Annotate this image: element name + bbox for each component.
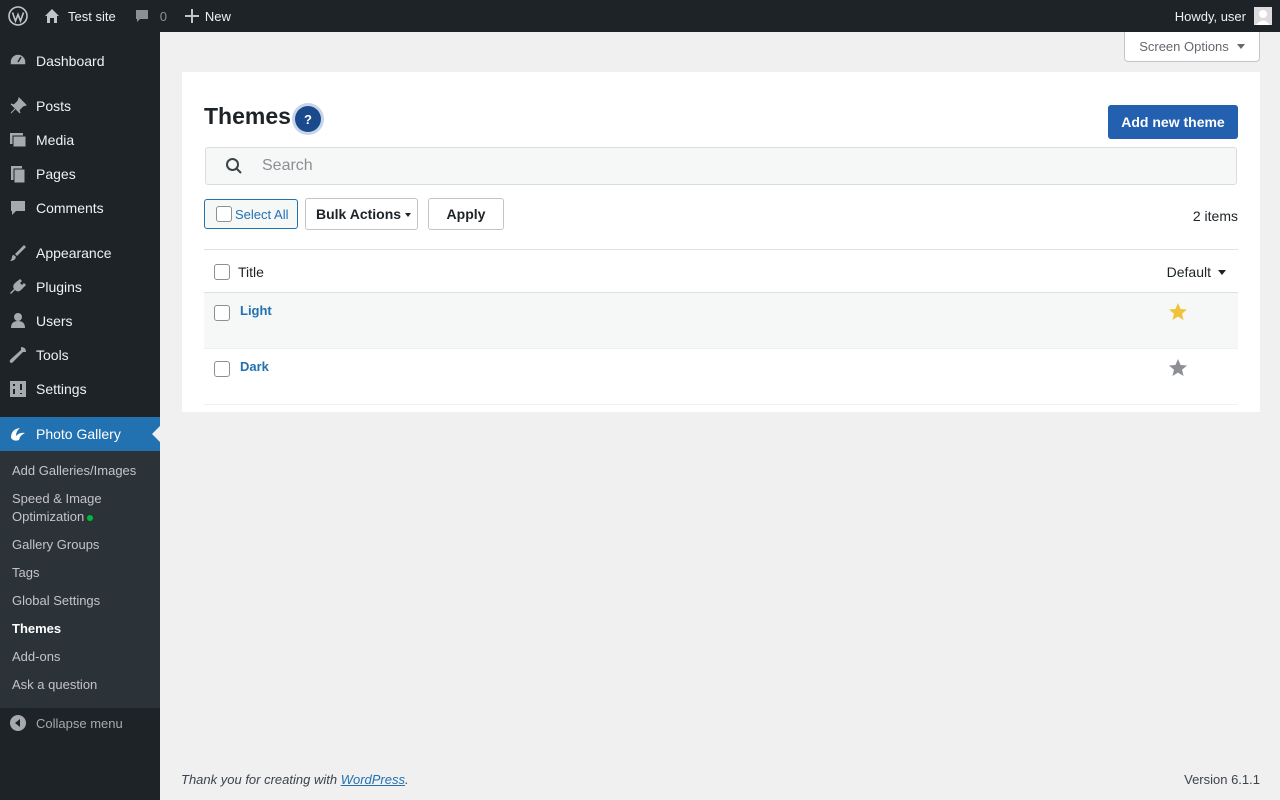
greeting: Howdy, user <box>1174 8 1246 24</box>
table-header: Title Default <box>204 249 1238 293</box>
sidebar-item-plugins[interactable]: Plugins <box>0 270 160 304</box>
submenu-themes[interactable]: Themes <box>12 620 61 638</box>
sidebar-item-tools[interactable]: Tools <box>0 338 160 372</box>
star-icon[interactable] <box>1168 302 1188 325</box>
themes-table: Title Default Light Dark <box>204 249 1238 405</box>
search-icon <box>206 157 262 175</box>
admin-bar: Test site 0 New Howdy, user <box>0 0 1280 32</box>
sidebar-item-media[interactable]: Media <box>0 123 160 157</box>
themes-panel: Themes ? Add new theme Search Select All… <box>182 72 1260 412</box>
sidebar-item-pages[interactable]: Pages <box>0 157 160 191</box>
select-all-button[interactable]: Select All <box>204 199 298 229</box>
sort-down-icon <box>1218 269 1226 275</box>
help-icon[interactable]: ? <box>295 106 321 132</box>
add-new-theme-button[interactable]: Add new theme <box>1108 105 1238 139</box>
sidebar-item-appearance[interactable]: Appearance <box>0 236 160 270</box>
submenu-tags[interactable]: Tags <box>12 564 39 582</box>
admin-menu: Dashboard Posts Media Pages Comments App… <box>0 32 160 800</box>
status-dot <box>87 514 94 521</box>
row-checkbox[interactable] <box>214 305 230 321</box>
collapse-menu-button[interactable]: Collapse menu <box>0 708 160 738</box>
dashboard-icon <box>0 51 36 71</box>
site-name-link[interactable]: Test site <box>36 0 116 32</box>
new-label: New <box>204 8 231 24</box>
sidebar-item-settings[interactable]: Settings <box>0 372 160 406</box>
footer-thanks: Thank you for creating with WordPress. <box>181 772 409 787</box>
comment-icon <box>0 198 36 218</box>
screen-options-button[interactable]: Screen Options <box>1124 32 1260 62</box>
plug-icon <box>0 277 36 297</box>
chevron-down-icon <box>1236 44 1245 49</box>
settings-icon <box>0 379 36 399</box>
items-count: 2 items <box>1192 208 1238 224</box>
submenu-add-ons[interactable]: Add-ons <box>12 648 60 666</box>
search-placeholder: Search <box>262 157 313 174</box>
photo-gallery-icon <box>0 424 36 444</box>
submenu-ask-question[interactable]: Ask a question <box>12 676 97 694</box>
column-default[interactable]: Default <box>1167 264 1226 280</box>
column-title[interactable]: Title <box>238 264 264 280</box>
pages-icon <box>0 164 36 184</box>
sidebar-item-photo-gallery[interactable]: Photo Gallery <box>0 417 160 451</box>
chevron-down-icon <box>405 213 411 217</box>
site-name: Test site <box>68 8 116 24</box>
avatar <box>1254 7 1272 25</box>
photo-gallery-submenu: Add Galleries/Images Speed & Image Optim… <box>0 451 160 708</box>
comments-link[interactable]: 0 <box>134 0 167 32</box>
apply-button[interactable]: Apply <box>428 198 504 230</box>
user-icon <box>0 311 36 331</box>
table-row: Light <box>204 293 1238 349</box>
submenu-global-settings[interactable]: Global Settings <box>12 592 100 610</box>
search-input[interactable]: Search <box>205 147 1237 185</box>
theme-name-link[interactable]: Light <box>240 303 272 318</box>
footer-version: Version 6.1.1 <box>1184 772 1260 787</box>
wordpress-link[interactable]: WordPress <box>341 772 405 787</box>
my-account-link[interactable]: Howdy, user <box>1175 0 1272 32</box>
sidebar-item-users[interactable]: Users <box>0 304 160 338</box>
submenu-add-galleries[interactable]: Add Galleries/Images <box>12 462 136 480</box>
wrench-icon <box>0 345 36 365</box>
comment-icon <box>135 10 148 22</box>
header-checkbox[interactable] <box>214 264 230 280</box>
wordpress-logo-icon[interactable] <box>0 0 36 32</box>
bulk-actions-select[interactable]: Bulk Actions <box>305 198 418 230</box>
submenu-gallery-groups[interactable]: Gallery Groups <box>12 536 99 554</box>
page-title: Themes <box>204 103 291 129</box>
sidebar-item-posts[interactable]: Posts <box>0 89 160 123</box>
theme-name-link[interactable]: Dark <box>240 359 269 374</box>
sidebar-item-comments[interactable]: Comments <box>0 191 160 225</box>
media-icon <box>0 130 36 150</box>
sidebar-item-dashboard[interactable]: Dashboard <box>0 44 160 78</box>
star-icon[interactable] <box>1168 358 1188 381</box>
table-row: Dark <box>204 349 1238 405</box>
brush-icon <box>0 243 36 263</box>
select-all-checkbox[interactable] <box>216 206 232 222</box>
collapse-arrow-icon <box>0 714 36 732</box>
home-icon <box>45 9 59 23</box>
new-content-link[interactable]: New <box>184 0 231 32</box>
row-checkbox[interactable] <box>214 361 230 377</box>
comments-count: 0 <box>159 8 167 24</box>
submenu-speed-optimization[interactable]: Speed & Image Optimization <box>12 490 102 526</box>
pin-icon <box>0 96 36 116</box>
plus-icon <box>184 9 199 23</box>
